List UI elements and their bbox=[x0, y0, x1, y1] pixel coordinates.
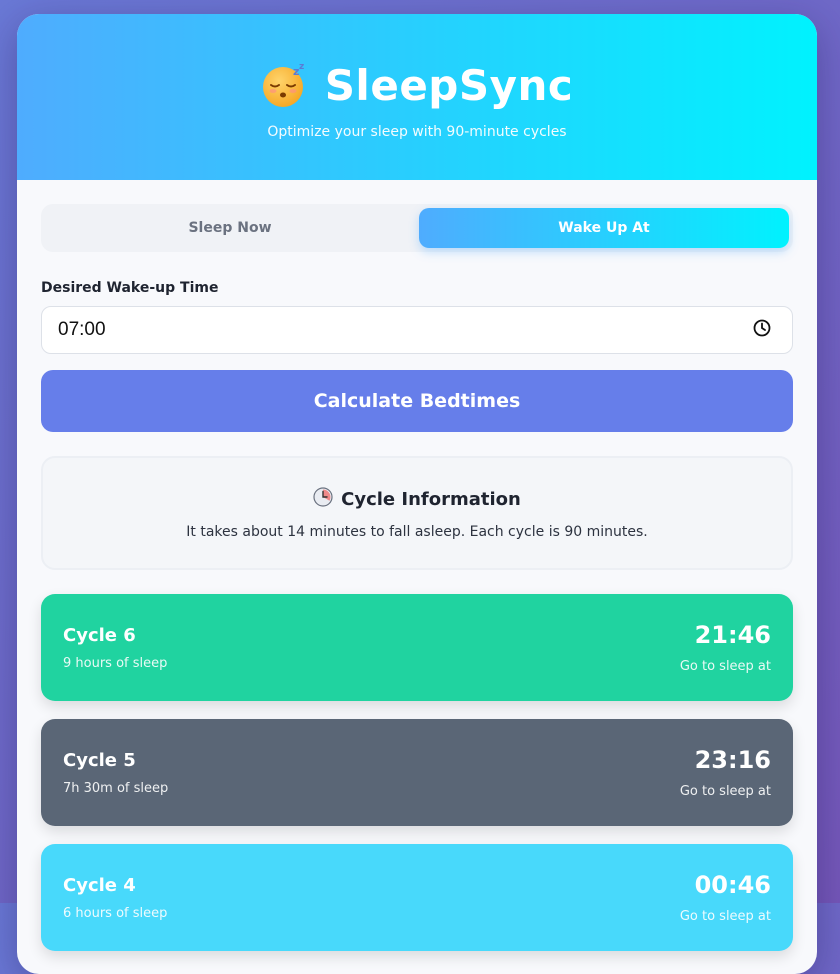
cycle-bedtime: 00:46 bbox=[694, 871, 771, 899]
cycle-card[interactable]: Cycle 5 7h 30m of sleep 23:16 Go to slee… bbox=[41, 719, 793, 826]
cycle-info-box: Cycle Information It takes about 14 minu… bbox=[41, 456, 793, 570]
tagline: Optimize your sleep with 90-minute cycle… bbox=[267, 123, 567, 140]
clock-icon[interactable] bbox=[752, 318, 772, 342]
app-title: SleepSync bbox=[324, 60, 574, 110]
cycle-card[interactable]: Cycle 6 9 hours of sleep 21:46 Go to sle… bbox=[41, 594, 793, 701]
cycle-info-heading: Cycle Information bbox=[313, 486, 521, 512]
wake-time-label: Desired Wake-up Time bbox=[41, 280, 219, 296]
cycle-duration: 9 hours of sleep bbox=[63, 655, 168, 671]
header: z z SleepSync Optimize your sleep with 9… bbox=[17, 14, 817, 180]
cycle-name: Cycle 6 bbox=[63, 624, 136, 646]
cycle-note: Go to sleep at bbox=[679, 784, 771, 799]
cycle-name: Cycle 4 bbox=[63, 874, 136, 896]
sleeping-face-icon: z z bbox=[261, 61, 309, 109]
cycle-info-text: It takes about 14 minutes to fall asleep… bbox=[186, 523, 648, 540]
brand: z z SleepSync bbox=[261, 61, 574, 110]
wake-time-input[interactable]: 07:00 bbox=[41, 306, 793, 354]
svg-text:z: z bbox=[299, 62, 304, 72]
clock-face-icon bbox=[313, 486, 333, 512]
mode-tabs: Sleep Now Wake Up At bbox=[41, 204, 793, 252]
cycle-name: Cycle 5 bbox=[63, 749, 136, 771]
cycle-info-title: Cycle Information bbox=[341, 488, 521, 510]
cycle-note: Go to sleep at bbox=[679, 659, 771, 674]
cycle-duration: 6 hours of sleep bbox=[63, 905, 168, 921]
main-content: Sleep Now Wake Up At Desired Wake-up Tim… bbox=[17, 180, 817, 951]
cycle-bedtime: 23:16 bbox=[694, 746, 771, 774]
cycle-duration: 7h 30m of sleep bbox=[63, 780, 169, 796]
cycle-card[interactable]: Cycle 4 6 hours of sleep 00:46 Go to sle… bbox=[41, 844, 793, 951]
calculate-bedtimes-button[interactable]: Calculate Bedtimes bbox=[41, 370, 793, 432]
tab-sleep-now[interactable]: Sleep Now bbox=[45, 208, 415, 248]
app-window: z z SleepSync Optimize your sleep with 9… bbox=[17, 14, 817, 974]
cycle-list: Cycle 6 9 hours of sleep 21:46 Go to sle… bbox=[41, 594, 793, 951]
cycle-note: Go to sleep at bbox=[679, 909, 771, 924]
tab-wake-up-at[interactable]: Wake Up At bbox=[419, 208, 789, 248]
wake-time-value: 07:00 bbox=[58, 319, 106, 340]
cycle-bedtime: 21:46 bbox=[694, 621, 771, 649]
